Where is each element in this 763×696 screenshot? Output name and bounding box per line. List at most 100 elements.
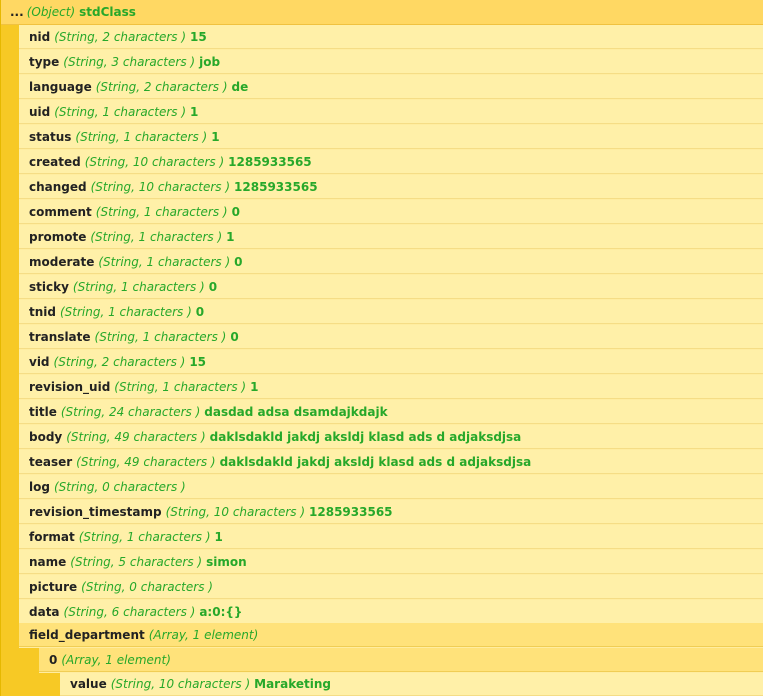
field-key: vid <box>29 354 50 369</box>
field-row-language[interactable]: language (String, 2 characters ) de <box>19 75 763 99</box>
field-type: (String, 24 characters ) <box>60 404 201 419</box>
array-index-key: 0 <box>49 652 58 667</box>
field-type: (String, 6 characters ) <box>63 604 196 619</box>
field-row-name[interactable]: name (String, 5 characters ) simon <box>19 550 763 574</box>
field-row-moderate[interactable]: moderate (String, 1 characters ) 0 <box>19 250 763 274</box>
field-type: (String, 1 characters ) <box>54 104 187 119</box>
field-key: changed <box>29 179 87 194</box>
field-row-data[interactable]: data (String, 6 characters ) a:0:{} <box>19 600 763 624</box>
field-key: created <box>29 154 81 169</box>
field-value: 1 <box>214 529 223 544</box>
field-key: revision_uid <box>29 379 111 394</box>
field-row-revision_uid[interactable]: revision_uid (String, 1 characters ) 1 <box>19 375 763 399</box>
field-department-value-row[interactable]: value (String, 10 characters ) Maraketin… <box>60 673 763 696</box>
field-type: (String, 1 characters ) <box>95 204 228 219</box>
field-key: revision_timestamp <box>29 504 162 519</box>
field-row-changed[interactable]: changed (String, 10 characters ) 128593356… <box>19 175 763 199</box>
field-key: uid <box>29 104 51 119</box>
field-row-nid[interactable]: nid (String, 2 characters ) 15 <box>19 25 763 49</box>
field-type: (String, 1 characters ) <box>94 329 227 344</box>
field-value: 15 <box>189 354 207 369</box>
field-type: (String, 2 characters ) <box>53 354 186 369</box>
field-key: moderate <box>29 254 95 269</box>
field-value: 1 <box>226 229 235 244</box>
field-value: 1285933565 <box>309 504 393 519</box>
field-row-translate[interactable]: translate (String, 1 characters ) 0 <box>19 325 763 349</box>
field-key: tnid <box>29 304 56 319</box>
field-key: name <box>29 554 67 569</box>
field-row-vid[interactable]: vid (String, 2 characters ) 15 <box>19 350 763 374</box>
field-type: (String, 1 characters ) <box>59 304 192 319</box>
root-object-row[interactable]: ... (Object) stdClass <box>1 0 763 25</box>
field-type: (String, 1 characters ) <box>78 529 211 544</box>
field-row-created[interactable]: created (String, 10 characters ) 128593356… <box>19 150 763 174</box>
field-row-sticky[interactable]: sticky (String, 1 characters ) 0 <box>19 275 763 299</box>
field-row-log[interactable]: log (String, 0 characters ) <box>19 475 763 499</box>
field-department-key: field_department <box>29 627 145 642</box>
field-type: (String, 1 characters ) <box>90 229 223 244</box>
field-row-format[interactable]: format (String, 1 characters ) 1 <box>19 525 763 549</box>
field-type: (String, 1 characters ) <box>75 129 208 144</box>
field-type: (String, 0 characters ) <box>81 579 213 594</box>
nesting-rail-level-1 <box>1 25 19 696</box>
field-key: type <box>29 54 60 69</box>
field-row-comment[interactable]: comment (String, 1 characters ) 0 <box>19 200 763 224</box>
value-type: (String, 10 characters ) <box>110 677 251 691</box>
field-value: 1285933565 <box>234 179 318 194</box>
field-value: 0 <box>208 279 218 294</box>
value-text: Maraketing <box>254 677 331 691</box>
field-key: body <box>29 429 63 444</box>
field-row-status[interactable]: status (String, 1 characters ) 1 <box>19 125 763 149</box>
field-type: (String, 49 characters ) <box>66 429 206 444</box>
field-department-index-0-row[interactable]: 0 (Array, 1 element) <box>39 648 763 672</box>
field-department-type: (Array, 1 element) <box>148 627 259 642</box>
field-key: teaser <box>29 454 73 469</box>
field-type: (String, 10 characters ) <box>90 179 231 194</box>
field-value: de <box>231 79 249 94</box>
field-type: (String, 1 characters ) <box>114 379 247 394</box>
field-type: (String, 2 characters ) <box>54 29 187 44</box>
field-key: comment <box>29 204 92 219</box>
krumo-dump-tree: ... (Object) stdClass nid (String, 2 char… <box>0 0 763 696</box>
field-type: (String, 5 characters ) <box>70 554 203 569</box>
value-key: value <box>70 677 107 691</box>
root-type-label: (Object) <box>26 5 76 19</box>
field-key: promote <box>29 229 87 244</box>
field-value: 15 <box>190 29 207 44</box>
field-key: picture <box>29 579 78 594</box>
field-row-promote[interactable]: promote (String, 1 characters ) 1 <box>19 225 763 249</box>
field-key: translate <box>29 329 91 344</box>
field-value: 0 <box>231 204 240 219</box>
field-row-tnid[interactable]: tnid (String, 1 characters ) 0 <box>19 300 763 324</box>
field-row-teaser[interactable]: teaser (String, 49 characters ) daklsdakld… <box>19 450 763 474</box>
field-row-body[interactable]: body (String, 49 characters ) daklsdakld j… <box>19 425 763 449</box>
field-value: simon <box>206 554 247 569</box>
field-row-uid[interactable]: uid (String, 1 characters ) 1 <box>19 100 763 124</box>
ellipsis-toggle[interactable]: ... <box>10 5 24 19</box>
field-value: 0 <box>230 329 239 344</box>
array-index-type: (Array, 1 element) <box>61 652 171 667</box>
field-row-title[interactable]: title (String, 24 characters ) dasdad adsa… <box>19 400 763 424</box>
field-department-row[interactable]: field_department (Array, 1 element) <box>19 623 763 647</box>
field-value: 1285933565 <box>228 154 312 169</box>
field-key: nid <box>29 29 51 44</box>
field-type: (String, 49 characters ) <box>76 454 216 469</box>
field-row-picture[interactable]: picture (String, 0 characters ) <box>19 575 763 599</box>
field-type: (String, 1 characters ) <box>98 254 231 269</box>
nesting-rail-level-2 <box>19 648 39 696</box>
field-key: log <box>29 479 50 494</box>
field-row-revision_timestamp[interactable]: revision_timestamp (String, 10 characters… <box>19 500 763 524</box>
field-key: title <box>29 404 57 419</box>
field-key: sticky <box>29 279 69 294</box>
field-row-type[interactable]: type (String, 3 characters ) job <box>19 50 763 74</box>
nesting-rail-level-3 <box>39 673 60 696</box>
field-key: language <box>29 79 92 94</box>
field-value: 0 <box>234 254 243 269</box>
field-value: daklsdakld jakdj aksldj klasd ads d adja… <box>209 429 522 444</box>
field-key: format <box>29 529 75 544</box>
field-value: a:0:{} <box>199 604 243 619</box>
field-type: (String, 0 characters ) <box>53 479 186 494</box>
field-value: dasdad adsa dsamdajkdajk <box>204 404 388 419</box>
field-key: data <box>29 604 60 619</box>
field-value: job <box>199 54 221 69</box>
